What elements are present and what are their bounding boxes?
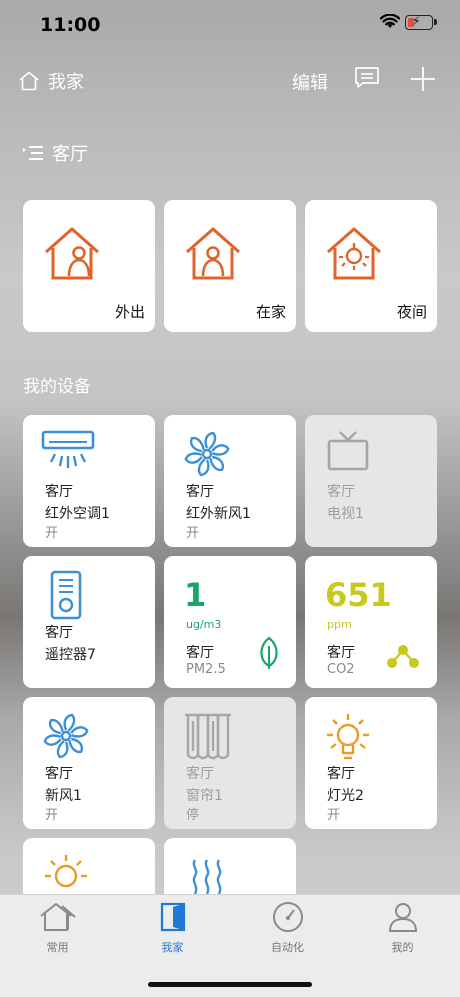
status-time: 11:00 xyxy=(40,14,101,36)
wifi-icon xyxy=(379,13,401,34)
house-bulb-icon xyxy=(325,226,383,286)
gauge-icon xyxy=(272,902,303,932)
sensor-value: 651 xyxy=(325,576,392,614)
home-indicator xyxy=(148,982,312,987)
add-icon[interactable] xyxy=(410,66,436,96)
home-selector[interactable]: 我家 xyxy=(18,68,84,94)
house-outline-icon xyxy=(19,71,39,91)
device-card-fresh-air[interactable]: 客厅 新风1 开 xyxy=(23,697,155,829)
curtain-icon xyxy=(182,711,234,765)
tab-my-home[interactable]: 我家 xyxy=(115,901,230,955)
scene-card-away[interactable]: 外出 xyxy=(23,200,155,332)
status-bar: 11:00 ⚡ xyxy=(0,0,460,50)
tab-automation[interactable]: 自动化 xyxy=(230,901,345,955)
air-conditioner-icon xyxy=(41,429,95,479)
home-name: 我家 xyxy=(48,72,84,93)
fan-icon xyxy=(41,711,91,765)
scene-card-night[interactable]: 夜间 xyxy=(305,200,437,332)
scene-label: 夜间 xyxy=(396,303,427,321)
tv-icon xyxy=(323,429,373,479)
device-card-ir-fresh-air[interactable]: 客厅 红外新风1 开 xyxy=(164,415,296,547)
fan-icon xyxy=(182,429,232,483)
device-room: 客厅 xyxy=(45,625,73,641)
sensor-room: 客厅 xyxy=(186,645,214,661)
light-bulb-icon xyxy=(323,711,373,767)
room-name: 客厅 xyxy=(52,144,88,165)
edit-button[interactable]: 编辑 xyxy=(292,69,328,95)
device-room: 客厅 xyxy=(327,766,355,782)
devices-section-title: 我的设备 xyxy=(23,377,91,397)
tab-label: 我家 xyxy=(161,941,184,954)
molecule-icon xyxy=(385,642,421,674)
device-name: 红外空调1 xyxy=(45,506,110,522)
sensor-card-co2[interactable]: 651 ppm 客厅 CO2 xyxy=(305,556,437,688)
house-person-icon xyxy=(184,226,242,286)
sensor-room: 客厅 xyxy=(327,645,355,661)
device-room: 客厅 xyxy=(186,484,214,500)
device-state: 停 xyxy=(186,808,200,823)
house-person-icon xyxy=(43,226,101,286)
device-name: 遥控器7 xyxy=(45,647,96,663)
device-state: 开 xyxy=(327,808,341,823)
scene-card-home[interactable]: 在家 xyxy=(164,200,296,332)
tab-label: 自动化 xyxy=(271,941,304,954)
device-card-tv[interactable]: 客厅 电视1 xyxy=(305,415,437,547)
room-menu-icon xyxy=(23,146,43,160)
tab-label: 常用 xyxy=(46,941,69,954)
sensor-name: CO2 xyxy=(327,662,355,677)
device-room: 客厅 xyxy=(327,484,355,500)
device-state: 开 xyxy=(186,526,200,541)
device-room: 客厅 xyxy=(186,766,214,782)
tab-mine[interactable]: 我的 xyxy=(345,901,460,955)
device-name: 电视1 xyxy=(327,506,364,522)
room-selector[interactable]: 客厅 xyxy=(22,140,88,166)
scene-label: 外出 xyxy=(114,303,145,321)
battery-icon: ⚡ xyxy=(405,14,433,30)
scene-label: 在家 xyxy=(255,303,286,321)
device-card-curtain[interactable]: 客厅 窗帘1 停 xyxy=(164,697,296,829)
sensor-name: PM2.5 xyxy=(186,662,226,677)
device-name: 新风1 xyxy=(45,788,82,804)
device-name: 窗帘1 xyxy=(186,788,223,804)
remote-control-icon xyxy=(41,570,91,624)
house-outline-icon xyxy=(39,903,76,931)
sensor-card-pm25[interactable]: 1 ug/m3 客厅 PM2.5 xyxy=(164,556,296,688)
tab-label: 我的 xyxy=(391,941,414,954)
device-room: 客厅 xyxy=(45,766,73,782)
message-icon[interactable] xyxy=(354,66,380,94)
user-icon xyxy=(388,903,417,932)
sensor-unit: ug/m3 xyxy=(186,618,222,631)
leaf-icon xyxy=(258,636,280,674)
door-icon xyxy=(160,902,185,932)
sensor-unit: ppm xyxy=(327,618,352,631)
device-state: 开 xyxy=(45,526,59,541)
device-card-ac[interactable]: 客厅 红外空调1 开 xyxy=(23,415,155,547)
tab-common[interactable]: 常用 xyxy=(0,901,115,955)
nav-bar: 我家 编辑 xyxy=(0,60,460,100)
device-name: 灯光2 xyxy=(327,788,364,804)
device-card-light[interactable]: 客厅 灯光2 开 xyxy=(305,697,437,829)
sensor-value: 1 xyxy=(184,576,207,614)
device-room: 客厅 xyxy=(45,484,73,500)
device-name: 红外新风1 xyxy=(186,506,251,522)
device-card-remote[interactable]: 客厅 遥控器7 xyxy=(23,556,155,688)
device-state: 开 xyxy=(45,808,59,823)
